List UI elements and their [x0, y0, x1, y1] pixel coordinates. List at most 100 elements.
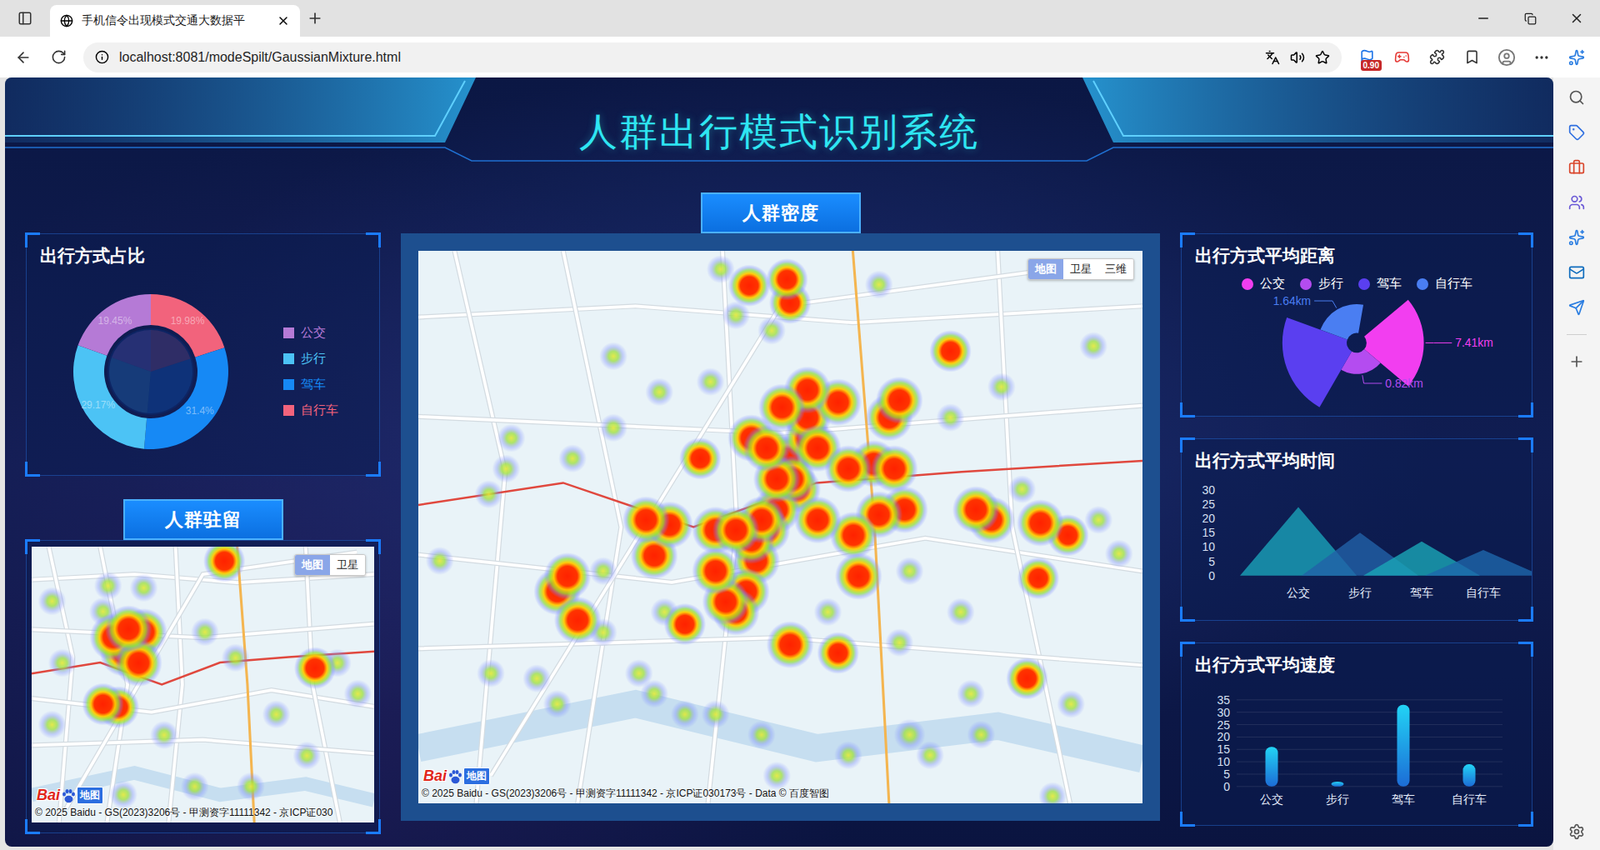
donut-slice[interactable]	[73, 345, 147, 449]
close-window-button[interactable]	[1553, 0, 1600, 37]
logo-suffix: 地图	[76, 786, 104, 805]
users-icon[interactable]	[1568, 194, 1585, 211]
map-type-button[interactable]: 卫星	[1063, 259, 1099, 280]
logo-text: Bai	[36, 786, 60, 805]
legend-item[interactable]: 步行	[1300, 275, 1344, 292]
extension-button[interactable]: 0.90	[1351, 42, 1382, 73]
rose-sector-group: 1.64km	[1273, 294, 1364, 340]
browser-tab[interactable]: 手机信令出现模式交通大数据平	[50, 5, 300, 37]
sparkles-icon[interactable]	[1568, 229, 1585, 246]
heat-spot	[522, 664, 551, 693]
heat-spot	[1079, 331, 1108, 360]
map-canvas[interactable]	[418, 250, 1143, 804]
back-button[interactable]	[8, 42, 39, 73]
send-icon[interactable]	[1568, 299, 1585, 316]
heat-spot	[762, 761, 791, 790]
axis-tick: 25	[1201, 497, 1215, 511]
left-column: 出行方式占比19.98%31.4%29.17%19.45%公交步行驾车自行车人群…	[25, 192, 380, 834]
stay-section: 人群驻留地图卫星Bai地图© 2025 Baidu - GS(2023)3206…	[25, 499, 380, 834]
mountain-bar[interactable]	[1425, 550, 1532, 576]
heat-spot	[425, 546, 455, 575]
legend-item[interactable]: 自行车	[283, 402, 339, 419]
copilot-button[interactable]	[1561, 42, 1592, 73]
mail-icon[interactable]	[1568, 264, 1585, 281]
axis-tick: 30	[1201, 483, 1215, 497]
speed-bar[interactable]	[1331, 781, 1345, 787]
plus-icon	[306, 10, 324, 27]
heat-spot	[1005, 657, 1048, 700]
bookmark-icon	[1464, 49, 1480, 65]
stay-map[interactable]: 地图卫星Bai地图© 2025 Baidu - GS(2023)3206号 - …	[31, 546, 375, 823]
speed-bar[interactable]	[1397, 705, 1410, 787]
heat-spot	[814, 597, 843, 626]
favorite-star-icon[interactable]	[1315, 50, 1330, 65]
map-type-button[interactable]: 卫星	[330, 555, 365, 575]
rose-sector[interactable]	[1320, 304, 1364, 340]
read-aloud-icon[interactable]	[1290, 50, 1305, 65]
panel-corner	[365, 232, 381, 248]
browser-window: 手机信令出现模式交通大数据平 localhost:8081/modeSpilt/G…	[0, 0, 1600, 850]
legend-item[interactable]: 步行	[283, 350, 339, 367]
new-tab-button[interactable]	[300, 3, 330, 34]
grid-line	[1236, 786, 1503, 788]
donut-slice[interactable]	[150, 294, 225, 358]
category-label: 公交	[1260, 792, 1284, 806]
favorites-button[interactable]	[1456, 42, 1487, 73]
panel-corner	[1180, 606, 1195, 622]
menu-button[interactable]	[1526, 42, 1557, 73]
heat-spot	[691, 547, 740, 595]
map-type-button[interactable]: 三维	[1098, 259, 1134, 280]
legend-item[interactable]: 公交	[283, 325, 339, 341]
legend-item[interactable]: 驾车	[283, 376, 339, 393]
heat-spot	[1105, 539, 1134, 568]
refresh-button[interactable]	[43, 42, 74, 73]
map-type-button[interactable]: 地图	[295, 555, 330, 575]
extensions-button[interactable]	[1421, 42, 1452, 73]
profile-button[interactable]	[1491, 42, 1522, 73]
legend-item[interactable]: 自行车	[1416, 275, 1473, 292]
speed-bar[interactable]	[1265, 747, 1279, 788]
map-type-button[interactable]: 地图	[1028, 259, 1064, 280]
sidebar-toggle-button[interactable]	[10, 3, 40, 34]
baidu-logo[interactable]: Bai 地图	[36, 786, 104, 805]
extension-button[interactable]	[1386, 42, 1417, 73]
map-canvas[interactable]	[31, 546, 375, 823]
minimize-button[interactable]	[1460, 0, 1507, 37]
time-mountain-chart: 302520151050公交步行驾车自行车	[1181, 472, 1532, 621]
heat-spot	[834, 740, 863, 770]
legend-item[interactable]: 公交	[1241, 275, 1285, 292]
baidu-logo[interactable]: Bai地图	[423, 767, 490, 785]
map-type-switch: 地图卫星三维	[1027, 258, 1135, 280]
density-map[interactable]: 地图卫星三维Bai地图© 2025 Baidu - GS(2023)3206号 …	[418, 250, 1143, 804]
legend-item[interactable]: 驾车	[1358, 275, 1402, 292]
heat-spot	[292, 741, 321, 770]
url-field[interactable]: localhost:8081/modeSpilt/GaussianMixture…	[83, 42, 1342, 73]
briefcase-icon[interactable]	[1568, 159, 1585, 176]
legend-dot	[1300, 278, 1312, 290]
heat-spot	[109, 780, 138, 810]
tag-icon[interactable]	[1568, 124, 1585, 141]
share-donut-chart: 19.98%31.4%29.17%19.45%	[26, 273, 277, 470]
category-label: 步行	[1348, 585, 1372, 600]
axis-tick: 30	[1216, 705, 1230, 720]
settings-icon[interactable]	[1568, 823, 1585, 840]
category-label: 驾车	[1391, 792, 1415, 806]
plus-icon[interactable]	[1568, 353, 1585, 370]
heat-spot	[794, 495, 842, 544]
grid-line	[1236, 736, 1503, 738]
grid-line	[1236, 700, 1503, 701]
heat-spot	[622, 495, 670, 544]
translate-icon[interactable]	[1265, 50, 1280, 65]
heat-spot	[701, 700, 730, 729]
donut-slice[interactable]	[144, 347, 229, 450]
heat-spot	[956, 680, 985, 709]
search-icon[interactable]	[1568, 89, 1585, 106]
donut-slice[interactable]	[78, 294, 151, 356]
heat-spot	[203, 546, 245, 583]
heat-spot	[765, 258, 808, 301]
leader-line	[1314, 300, 1337, 309]
speed-bar[interactable]	[1463, 764, 1476, 787]
close-tab-icon[interactable]	[276, 14, 290, 28]
restore-button[interactable]	[1506, 0, 1554, 37]
rose-sector[interactable]	[1364, 300, 1425, 387]
